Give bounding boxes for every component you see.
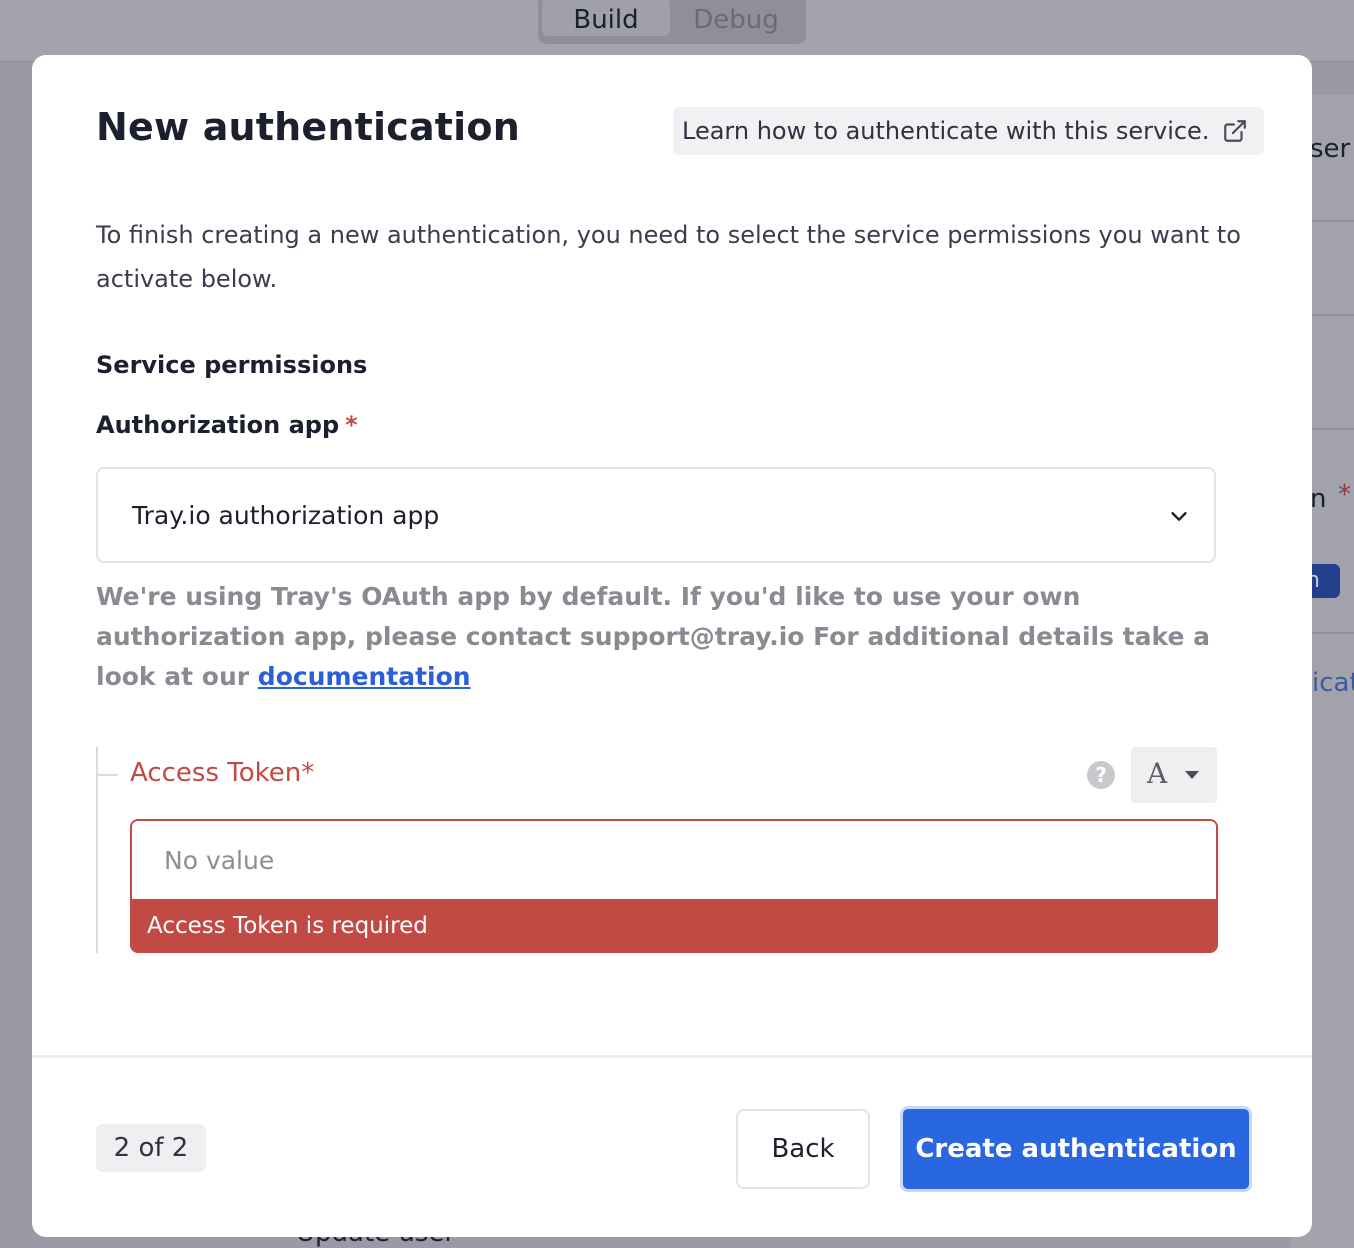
build-debug-toggle: Build Debug [538, 0, 806, 44]
intro-text: To finish creating a new authentication,… [96, 221, 1241, 293]
learn-how-link-label: Learn how to authenticate with this serv… [682, 117, 1210, 145]
chevron-down-icon [1171, 512, 1187, 521]
authorization-app-selected: Tray.io authorization app [132, 500, 440, 530]
documentation-link[interactable]: documentation [258, 662, 471, 691]
footer-divider [32, 1055, 1312, 1058]
background-required-star: * [1338, 480, 1351, 510]
learn-how-link[interactable]: Learn how to authenticate with this serv… [673, 107, 1264, 155]
create-authentication-button[interactable]: Create authentication [900, 1106, 1252, 1192]
external-link-icon [1224, 120, 1246, 142]
access-token-field: Access Token is required [130, 819, 1218, 953]
app-topbar: Build Debug [0, 0, 1354, 62]
new-authentication-modal: New authentication Learn how to authenti… [32, 55, 1312, 1237]
step-indicator: 2 of 2 [96, 1124, 206, 1172]
field-tree-line [96, 747, 98, 953]
back-button[interactable]: Back [736, 1109, 870, 1189]
value-type-selector[interactable]: A [1131, 747, 1217, 803]
background-link: icat [1312, 668, 1354, 698]
background-text: ser [1310, 134, 1351, 164]
authorization-app-label-text: Authorization app [96, 411, 340, 439]
access-token-input[interactable] [132, 821, 1216, 899]
authorization-app-select[interactable]: Tray.io authorization app [96, 467, 1216, 563]
question-circle-icon[interactable]: ? [1087, 761, 1115, 789]
field-tree-tick [96, 774, 118, 776]
access-token-label: Access Token* [130, 758, 315, 788]
tab-debug[interactable]: Debug [672, 0, 800, 36]
section-title: Service permissions [96, 351, 368, 379]
access-token-error: Access Token is required [132, 899, 1216, 951]
text-type-icon: A [1147, 757, 1168, 790]
background-text: n [1310, 484, 1327, 514]
modal-title: New authentication [96, 105, 520, 149]
required-marker: * [345, 411, 358, 439]
caret-down-icon [1185, 771, 1199, 779]
tab-build[interactable]: Build [542, 0, 670, 36]
authorization-app-label: Authorization app * [96, 411, 358, 439]
authorization-help-text: We're using Tray's OAuth app by default.… [96, 577, 1216, 697]
